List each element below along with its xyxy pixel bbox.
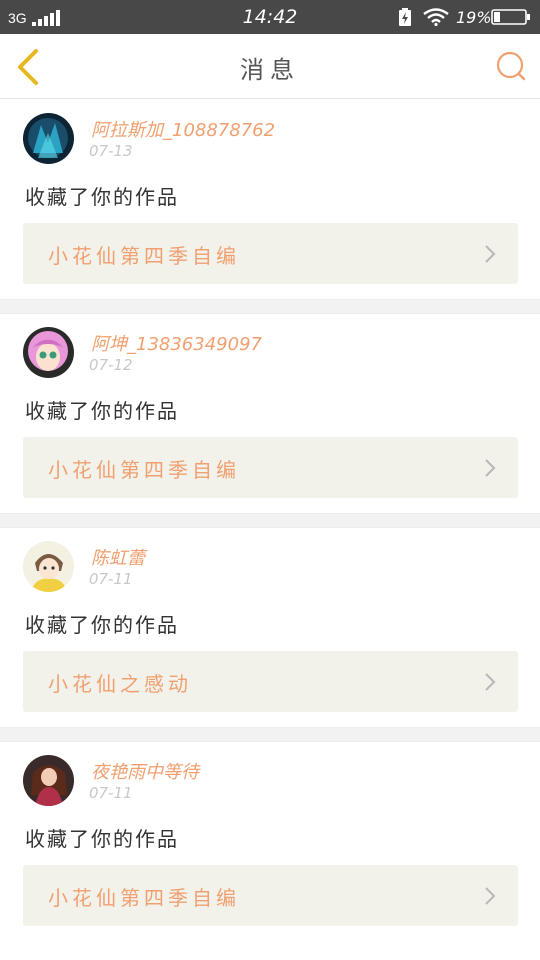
work-title: 小花仙第四季自编 — [48, 458, 240, 482]
action-text: 收藏了你的作品 — [25, 399, 179, 423]
work-link[interactable]: 小花仙第四季自编 — [23, 865, 518, 926]
message-item: 陈虹蕾 07-11 收藏了你的作品 小花仙之感动 — [0, 528, 540, 727]
work-title: 小花仙之感动 — [48, 672, 192, 696]
message-item: 阿坤_13836349097 07-12 收藏了你的作品 小花仙第四季自编 — [0, 314, 540, 513]
action-text: 收藏了你的作品 — [25, 613, 179, 637]
message-item: 阿拉斯加_108878762 07-13 收藏了你的作品 小花仙第四季自编 — [0, 100, 540, 299]
chevron-right-icon — [485, 887, 496, 905]
work-title: 小花仙第四季自编 — [48, 886, 240, 910]
avatar[interactable] — [23, 113, 74, 164]
message-date: 07-12 — [89, 356, 133, 374]
username[interactable]: 陈虹蕾 — [91, 544, 145, 570]
wifi-icon — [423, 8, 449, 26]
action-text: 收藏了你的作品 — [25, 185, 179, 209]
avatar[interactable] — [23, 327, 74, 378]
divider — [0, 513, 540, 528]
username[interactable]: 阿拉斯加_108878762 — [91, 116, 275, 142]
message-date: 07-11 — [89, 570, 133, 588]
battery-icon — [491, 9, 530, 25]
action-text: 收藏了你的作品 — [25, 827, 179, 851]
divider — [0, 299, 540, 314]
charging-icon — [399, 8, 411, 26]
page-title: 消息 — [240, 56, 300, 84]
message-list: 阿拉斯加_108878762 07-13 收藏了你的作品 小花仙第四季自编 阿坤… — [0, 100, 540, 941]
message-item: 夜艳雨中等待 07-11 收藏了你的作品 小花仙第四季自编 — [0, 742, 540, 941]
work-link[interactable]: 小花仙第四季自编 — [23, 437, 518, 498]
message-date: 07-11 — [89, 784, 133, 802]
message-date: 07-13 — [89, 142, 133, 160]
divider — [0, 727, 540, 742]
avatar[interactable] — [23, 755, 74, 806]
chevron-right-icon — [485, 245, 496, 263]
username[interactable]: 夜艳雨中等待 — [91, 758, 199, 784]
chevron-right-icon — [485, 673, 496, 691]
status-bar: 3G 14:42 19% — [0, 0, 540, 34]
search-icon[interactable] — [495, 50, 527, 82]
work-link[interactable]: 小花仙第四季自编 — [23, 223, 518, 284]
avatar[interactable] — [23, 541, 74, 592]
nav-bar: 消息 — [0, 34, 540, 99]
chevron-right-icon — [485, 459, 496, 477]
battery-percent: 19% — [456, 8, 492, 27]
username[interactable]: 阿坤_13836349097 — [91, 330, 262, 356]
work-title: 小花仙第四季自编 — [48, 244, 240, 268]
work-link[interactable]: 小花仙之感动 — [23, 651, 518, 712]
